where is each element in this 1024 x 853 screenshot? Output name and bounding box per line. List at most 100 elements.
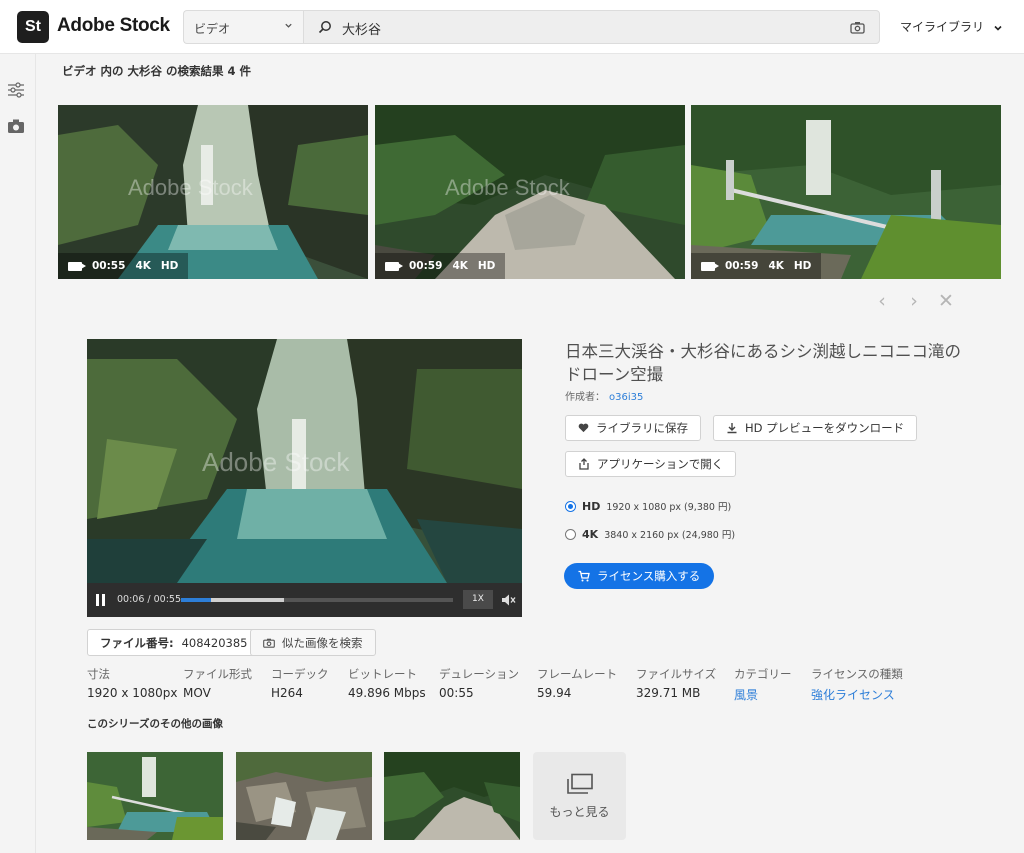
share-open-icon xyxy=(579,458,589,470)
search-bar xyxy=(303,10,880,44)
open-in-app-label: アプリケーションで開く xyxy=(597,457,724,471)
series-thumbnail[interactable] xyxy=(384,752,520,840)
spec-value: 49.896 Mbps xyxy=(348,686,426,700)
hd-label: HD xyxy=(160,260,179,272)
author-label: 作成者： xyxy=(565,392,605,403)
cart-icon xyxy=(578,570,590,582)
license-option-hd[interactable]: HD 1920 x 1080 px (9,380 円) xyxy=(565,499,731,513)
author-link[interactable]: o36i35 xyxy=(609,392,643,403)
file-number-badge: ファイル番号: 408420385 xyxy=(87,629,261,656)
result-thumbnail[interactable]: Adobe Stock 00:55 4K HD xyxy=(58,105,368,279)
save-to-library-button[interactable]: ライブラリに保存 xyxy=(565,415,701,441)
video-camera-icon xyxy=(385,261,403,271)
download-preview-label: HD プレビューをダウンロード xyxy=(745,421,905,435)
see-more-button[interactable]: もっと見る xyxy=(533,752,626,840)
spec-key: 寸法 xyxy=(87,667,110,681)
heart-icon xyxy=(578,423,589,433)
find-similar-button[interactable]: 似た画像を検索 xyxy=(250,629,376,656)
spec-key: ファイル形式 xyxy=(183,667,252,681)
mute-icon[interactable] xyxy=(500,592,516,608)
search-results-heading: ビデオ 内の 大杉谷 の検索結果 4 件 xyxy=(62,64,252,78)
file-number-label: ファイル番号: xyxy=(100,635,174,650)
spec-category: カテゴリー 風景 xyxy=(734,666,792,703)
license-spec: 1920 x 1080 px (9,380 円) xyxy=(606,502,732,513)
playback-speed-button[interactable]: 1X xyxy=(463,590,493,609)
series-thumbnail-image xyxy=(87,752,223,840)
progress-track[interactable] xyxy=(181,598,453,602)
my-library-label: マイライブラリ xyxy=(900,20,985,34)
spec-key: ファイルサイズ xyxy=(636,667,717,681)
license-type-link[interactable]: 強化ライセンス xyxy=(811,686,903,703)
quality-label: 4K xyxy=(135,260,151,272)
buy-license-button[interactable]: ライセンス購入する xyxy=(564,563,715,589)
spec-value: MOV xyxy=(183,686,211,700)
adobe-stock-logo-text[interactable]: Adobe Stock xyxy=(57,15,170,37)
search-category-select[interactable]: ビデオ xyxy=(183,10,303,44)
visual-search-camera-icon[interactable] xyxy=(850,21,865,34)
radio-unselected-icon[interactable] xyxy=(565,528,576,540)
download-icon xyxy=(727,423,737,434)
camera-icon xyxy=(263,638,275,648)
detail-navigation: ‹ › ✕ xyxy=(873,290,955,312)
spec-file-format: ファイル形式 MOV xyxy=(183,666,252,700)
played-bar xyxy=(181,598,211,602)
spec-dimensions: 寸法 1920 x 1080px xyxy=(87,666,178,700)
license-name: HD xyxy=(582,499,601,513)
chevron-down-icon xyxy=(285,23,292,28)
spec-duration: デュレーション 00:55 xyxy=(439,666,519,700)
save-to-library-label: ライブラリに保存 xyxy=(596,421,688,435)
duration-label: 00:59 xyxy=(725,260,759,272)
search-category-label: ビデオ xyxy=(194,22,231,36)
close-icon[interactable]: ✕ xyxy=(937,290,955,312)
thumbnail-meta: 00:59 4K HD xyxy=(691,253,822,279)
filters-sliders-icon[interactable] xyxy=(6,80,26,100)
watermark-text: Adobe Stock xyxy=(202,447,350,477)
file-number-value: 408420385 xyxy=(181,635,248,650)
series-thumbnail[interactable] xyxy=(87,752,223,840)
download-preview-button[interactable]: HD プレビューをダウンロード xyxy=(713,415,918,441)
spec-key: カテゴリー xyxy=(734,667,792,681)
video-camera-icon xyxy=(701,261,719,271)
search-input[interactable] xyxy=(342,18,822,38)
thumbnail-meta: 00:59 4K HD xyxy=(375,253,506,279)
adobe-stock-logo-icon[interactable]: St xyxy=(17,11,49,43)
open-in-app-button[interactable]: アプリケーションで開く xyxy=(565,451,737,477)
spec-value: 00:55 xyxy=(439,686,474,700)
video-player[interactable]: Adobe Stock 00:06 / 00:55 1X xyxy=(87,339,522,617)
see-more-label: もっと見る xyxy=(549,804,610,819)
license-name: 4K xyxy=(582,527,599,541)
hd-label: HD xyxy=(793,260,812,272)
radio-selected-icon[interactable] xyxy=(565,500,576,512)
spec-key: コーデック xyxy=(271,667,329,681)
series-heading: このシリーズのその他の画像 xyxy=(87,718,223,730)
camera-icon[interactable] xyxy=(6,116,26,136)
spec-key: ビットレート xyxy=(348,667,417,681)
result-thumbnail[interactable]: Adobe Stock 00:59 4K HD xyxy=(375,105,685,279)
spec-bitrate: ビットレート 49.896 Mbps xyxy=(348,666,426,700)
spec-license-type: ライセンスの種類 強化ライセンス xyxy=(811,666,903,703)
timecode: 00:06 / 00:55 xyxy=(117,594,181,605)
find-similar-label: 似た画像を検索 xyxy=(282,635,363,650)
pause-icon[interactable] xyxy=(96,594,106,606)
top-navigation-bar: St Adobe Stock ビデオ マイライブラリ xyxy=(0,0,1024,54)
buy-license-label: ライセンス購入する xyxy=(597,569,701,583)
spec-key: ライセンスの種類 xyxy=(811,667,903,681)
hd-label: HD xyxy=(477,260,496,272)
thumbnail-meta: 00:55 4K HD xyxy=(58,253,189,279)
watermark-text: Adobe Stock xyxy=(128,175,253,200)
duration-label: 00:59 xyxy=(409,260,443,272)
series-thumbnail[interactable] xyxy=(236,752,372,840)
author-line: 作成者： o36i35 xyxy=(565,388,643,403)
next-arrow-icon[interactable]: › xyxy=(905,290,923,312)
license-option-4k[interactable]: 4K 3840 x 2160 px (24,980 円) xyxy=(565,527,735,541)
quality-label: 4K xyxy=(768,260,784,272)
result-thumbnail[interactable]: 00:59 4K HD xyxy=(691,105,1001,279)
spec-key: フレームレート xyxy=(537,667,618,681)
category-link[interactable]: 風景 xyxy=(734,686,792,703)
previous-arrow-icon[interactable]: ‹ xyxy=(873,290,891,312)
spec-codec: コーデック H264 xyxy=(271,666,329,700)
spec-value: 329.71 MB xyxy=(636,686,701,700)
series-thumbnail-image xyxy=(236,752,372,840)
my-library-menu[interactable]: マイライブラリ xyxy=(900,18,1003,35)
video-controls: 00:06 / 00:55 1X xyxy=(87,583,522,617)
